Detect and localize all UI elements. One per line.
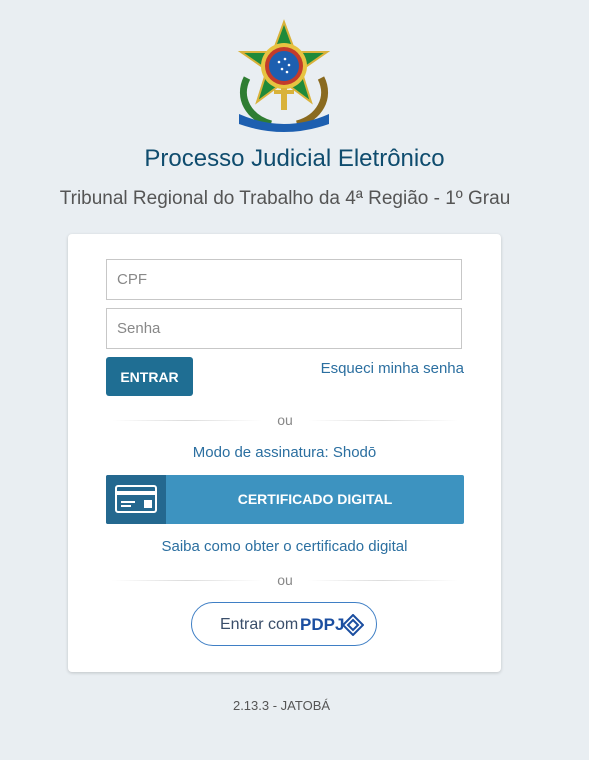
page-subtitle: Tribunal Regional do Trabalho da 4ª Regi… [59,188,511,209]
brazil-coat-of-arms-icon [237,19,331,132]
enter-button[interactable]: ENTRAR [106,357,193,396]
cpf-input[interactable] [106,259,462,300]
certificate-button-label: CERTIFICADO DIGITAL [237,491,393,507]
pdpj-login-button[interactable]: Entrar com PDPJ [191,602,377,646]
pdpj-diamond-icon [342,614,364,636]
or-divider: ou [112,572,458,588]
pdpj-button-prefix: Entrar com [220,616,299,633]
how-to-get-certificate-link[interactable]: Saiba como obter o certificado digital [68,538,501,555]
digital-certificate-button[interactable]: CERTIFICADO DIGITAL [106,475,464,524]
certificate-icon-box [106,475,166,524]
signature-mode-link[interactable]: Modo de assinatura: Shodō [68,444,501,461]
forgot-password-link[interactable]: Esqueci minha senha [321,360,464,377]
version-label: 2.13.3 - JATOBÁ [232,698,331,713]
page-title: Processo Judicial Eletrônico [144,145,445,172]
id-card-icon [115,485,157,513]
pdpj-brand-text: PDPJ [300,615,345,634]
login-card: ENTRAR Esqueci minha senha ou Modo de as… [68,234,501,672]
password-input[interactable] [106,308,462,349]
divider-text: ou [277,572,293,588]
or-divider: ou [112,412,458,428]
divider-text: ou [277,412,293,428]
